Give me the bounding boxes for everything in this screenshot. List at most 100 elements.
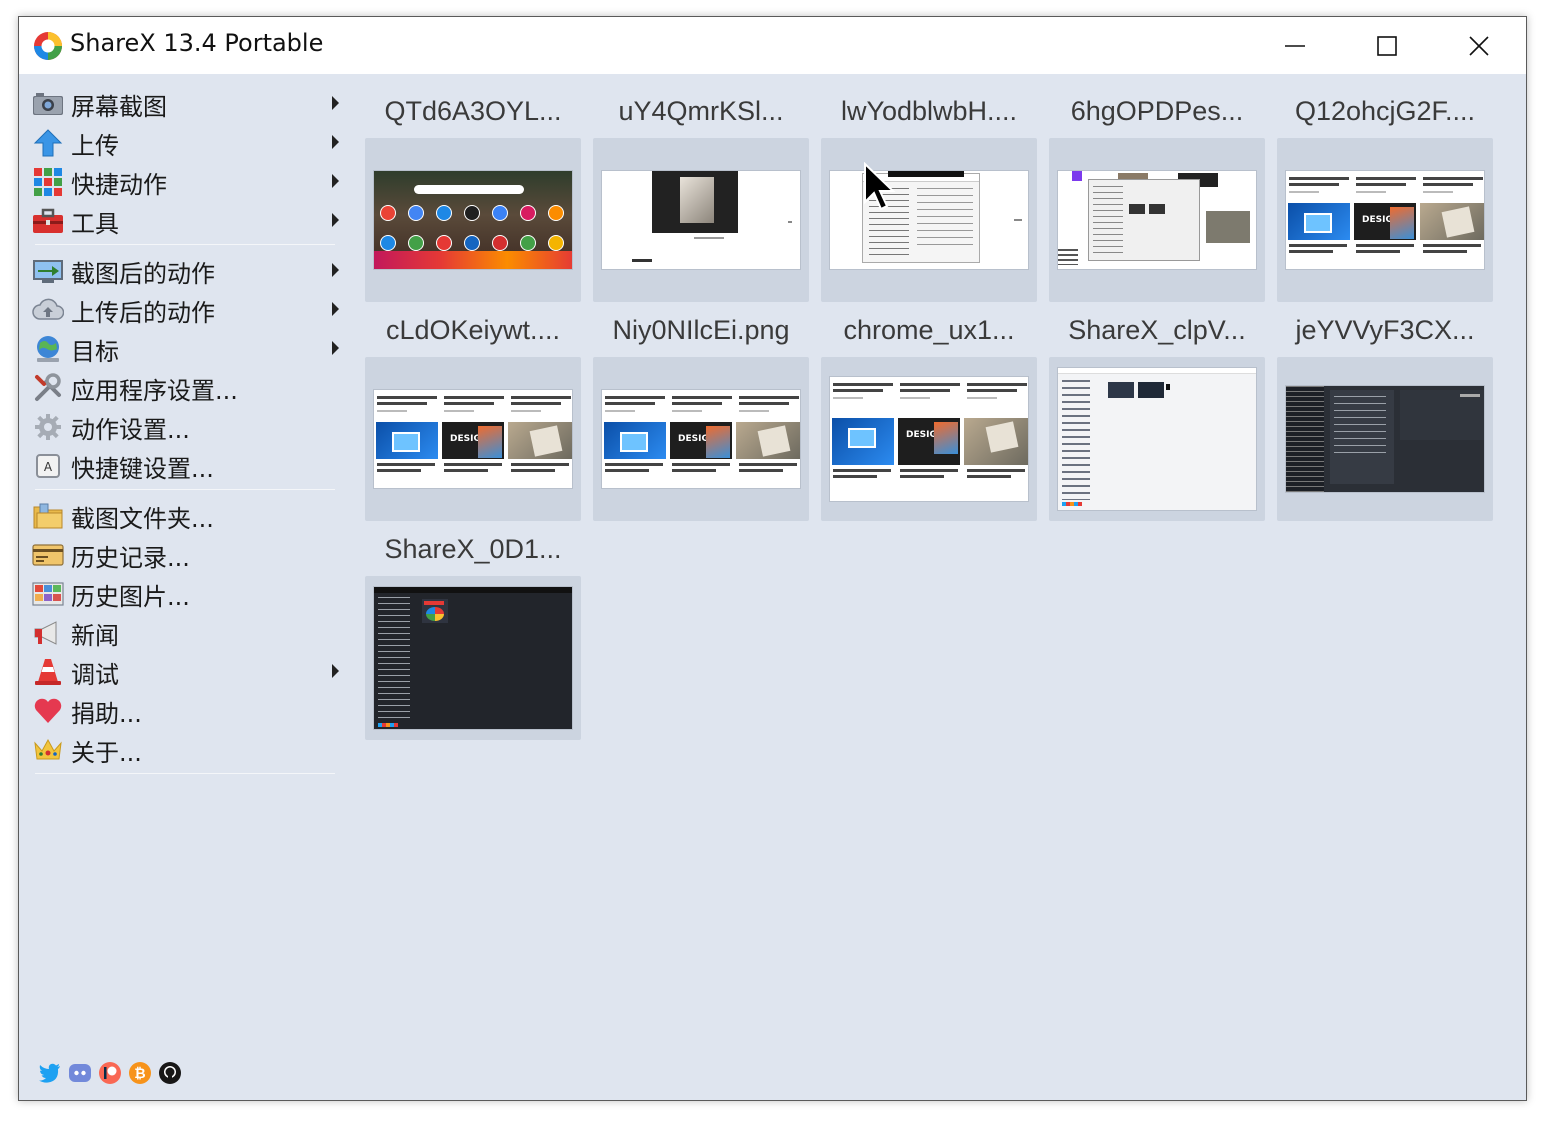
- traffic-cone-icon: [31, 657, 65, 687]
- thumbnail-filename: jeYVVyF3CX...: [1295, 315, 1475, 345]
- discord-icon[interactable]: [67, 1060, 93, 1086]
- close-icon: [1469, 35, 1489, 56]
- thumbnail-tile[interactable]: ShareX_clpV...: [1049, 303, 1265, 521]
- thumbnail-tile[interactable]: lwYodblwbH....: [821, 84, 1037, 302]
- submenu-arrow-icon: [332, 213, 339, 227]
- menu-item-cloud-upload[interactable]: 上传后的动作: [31, 291, 339, 329]
- menu-item-traffic-cone[interactable]: 调试: [31, 653, 339, 691]
- main-menu-sidebar: 屏幕截图上传快捷动作工具截图后的动作 上传后的动作目标应用程序设置... 动作设置.…: [19, 74, 359, 1100]
- close-button[interactable]: [1433, 17, 1525, 74]
- thumbnail-filename: ShareX_clpV...: [1068, 315, 1246, 345]
- menu-item-label: 快捷键设置...: [71, 454, 214, 483]
- image-history-icon: [31, 579, 65, 609]
- menu-separator: [35, 489, 335, 490]
- thumbnail-frame[interactable]: [821, 138, 1037, 302]
- github-icon[interactable]: [157, 1060, 183, 1086]
- menu-item-heart[interactable]: 捐助...: [31, 692, 339, 730]
- menu-item-toolbox[interactable]: 工具: [31, 202, 339, 240]
- title-bar[interactable]: ShareX 13.4 Portable: [19, 17, 1526, 74]
- thumbnail-tile[interactable]: Q12ohcjG2F.... DESIGN: [1277, 84, 1493, 302]
- submenu-arrow-icon: [332, 135, 339, 149]
- thumbnail-frame[interactable]: DESIGN: [593, 357, 809, 521]
- minimize-icon: [1285, 44, 1305, 47]
- thumbnail-tile[interactable]: 6hgOPDPes...: [1049, 84, 1265, 302]
- thumbnail-image: DESIGN: [373, 389, 573, 489]
- submenu-arrow-icon: [332, 302, 339, 316]
- menu-item-label: 上传后的动作: [71, 298, 215, 327]
- menu-item-label: 历史图片...: [71, 582, 190, 611]
- menu-item-label: 截图文件夹...: [71, 504, 214, 533]
- thumbnail-frame[interactable]: DESIGN: [821, 357, 1037, 521]
- menu-item-label: 快捷动作: [71, 170, 167, 199]
- thumbnail-tile[interactable]: jeYVVyF3CX...: [1277, 303, 1493, 521]
- thumbnail-filename: 6hgOPDPes...: [1070, 96, 1244, 126]
- menu-item-label: 捐助...: [71, 699, 142, 728]
- wrench-icon: [31, 373, 65, 403]
- thumbnail-frame[interactable]: [1277, 357, 1493, 521]
- thumbnail-image: [829, 170, 1029, 270]
- thumbnail-tile[interactable]: cLdOKeiywt.... DESIGN: [365, 303, 581, 521]
- thumbnail-frame[interactable]: [1049, 138, 1265, 302]
- thumbnail-frame[interactable]: [1049, 357, 1265, 521]
- menu-item-folder[interactable]: 截图文件夹...: [31, 497, 339, 535]
- thumbnail-grid: QTd6A3OYL... uY4QmrKSl... lwYodblwbH.... 6h…: [365, 74, 1525, 1100]
- menu-item-megaphone[interactable]: 新闻: [31, 614, 339, 652]
- grid-icon: [31, 167, 65, 197]
- thumbnail-frame[interactable]: [365, 138, 581, 302]
- thumbnail-filename: lwYodblwbH....: [840, 96, 1018, 126]
- thumbnail-frame[interactable]: DESIGN: [1277, 138, 1493, 302]
- thumbnail-filename: chrome_ux1...: [843, 315, 1015, 345]
- menu-item-label: 截图后的动作: [71, 259, 215, 288]
- thumbnail-frame[interactable]: [593, 138, 809, 302]
- thumbnail-frame[interactable]: DESIGN: [365, 357, 581, 521]
- menu-item-keyboard[interactable]: A 快捷键设置...: [31, 447, 339, 485]
- menu-item-wrench[interactable]: 应用程序设置...: [31, 369, 339, 407]
- submenu-arrow-icon: [332, 96, 339, 110]
- menu-item-monitor-action[interactable]: 截图后的动作: [31, 252, 339, 290]
- menu-item-grid[interactable]: 快捷动作: [31, 163, 339, 201]
- menu-item-gear[interactable]: 动作设置...: [31, 408, 339, 446]
- maximize-button[interactable]: [1341, 17, 1433, 74]
- social-links: ₿: [37, 1060, 183, 1086]
- thumbnail-filename: cLdOKeiywt....: [385, 315, 561, 345]
- menu-item-label: 应用程序设置...: [71, 376, 238, 405]
- thumbnail-image: [373, 170, 573, 270]
- menu-item-label: 关于...: [71, 738, 142, 767]
- folder-icon: [31, 501, 65, 531]
- thumbnail-filename: QTd6A3OYL...: [384, 96, 562, 126]
- menu-item-label: 屏幕截图: [71, 92, 167, 121]
- thumbnail-filename: uY4QmrKSl...: [618, 96, 784, 126]
- svg-text:A: A: [44, 460, 53, 474]
- thumbnail-frame[interactable]: [365, 576, 581, 740]
- thumbnail-image: [601, 170, 801, 270]
- toolbox-icon: [31, 206, 65, 236]
- thumbnail-tile[interactable]: ShareX_0D1...: [365, 522, 581, 740]
- menu-item-history-card[interactable]: 历史记录...: [31, 536, 339, 574]
- thumbnail-tile[interactable]: chrome_ux1... DESIGN: [821, 303, 1037, 521]
- keyboard-icon: A: [31, 451, 65, 481]
- twitter-icon[interactable]: [37, 1060, 63, 1086]
- globe-target-icon: [31, 334, 65, 364]
- thumbnail-tile[interactable]: Niy0NIlcEi.png DESIGN: [593, 303, 809, 521]
- submenu-arrow-icon: [332, 341, 339, 355]
- patreon-icon[interactable]: [97, 1060, 123, 1086]
- thumbnail-tile[interactable]: uY4QmrKSl...: [593, 84, 809, 302]
- menu-item-upload-arrow[interactable]: 上传: [31, 124, 339, 162]
- thumbnail-tile[interactable]: QTd6A3OYL...: [365, 84, 581, 302]
- bitcoin-icon[interactable]: ₿: [127, 1060, 153, 1086]
- thumbnail-image: [1057, 367, 1257, 511]
- menu-item-label: 新闻: [71, 621, 119, 650]
- submenu-arrow-icon: [332, 664, 339, 678]
- monitor-action-icon: [31, 256, 65, 286]
- gear-icon: [31, 412, 65, 442]
- minimize-button[interactable]: [1249, 17, 1341, 74]
- history-card-icon: [31, 540, 65, 570]
- menu-item-camera[interactable]: 屏幕截图: [31, 85, 339, 123]
- camera-icon: [31, 89, 65, 119]
- mouse-cursor-icon: [863, 161, 897, 212]
- menu-item-crown[interactable]: 关于...: [31, 731, 339, 769]
- menu-item-label: 工具: [71, 209, 119, 238]
- menu-item-image-history[interactable]: 历史图片...: [31, 575, 339, 613]
- menu-item-globe-target[interactable]: 目标: [31, 330, 339, 368]
- thumbnail-filename: Q12ohcjG2F....: [1294, 96, 1476, 126]
